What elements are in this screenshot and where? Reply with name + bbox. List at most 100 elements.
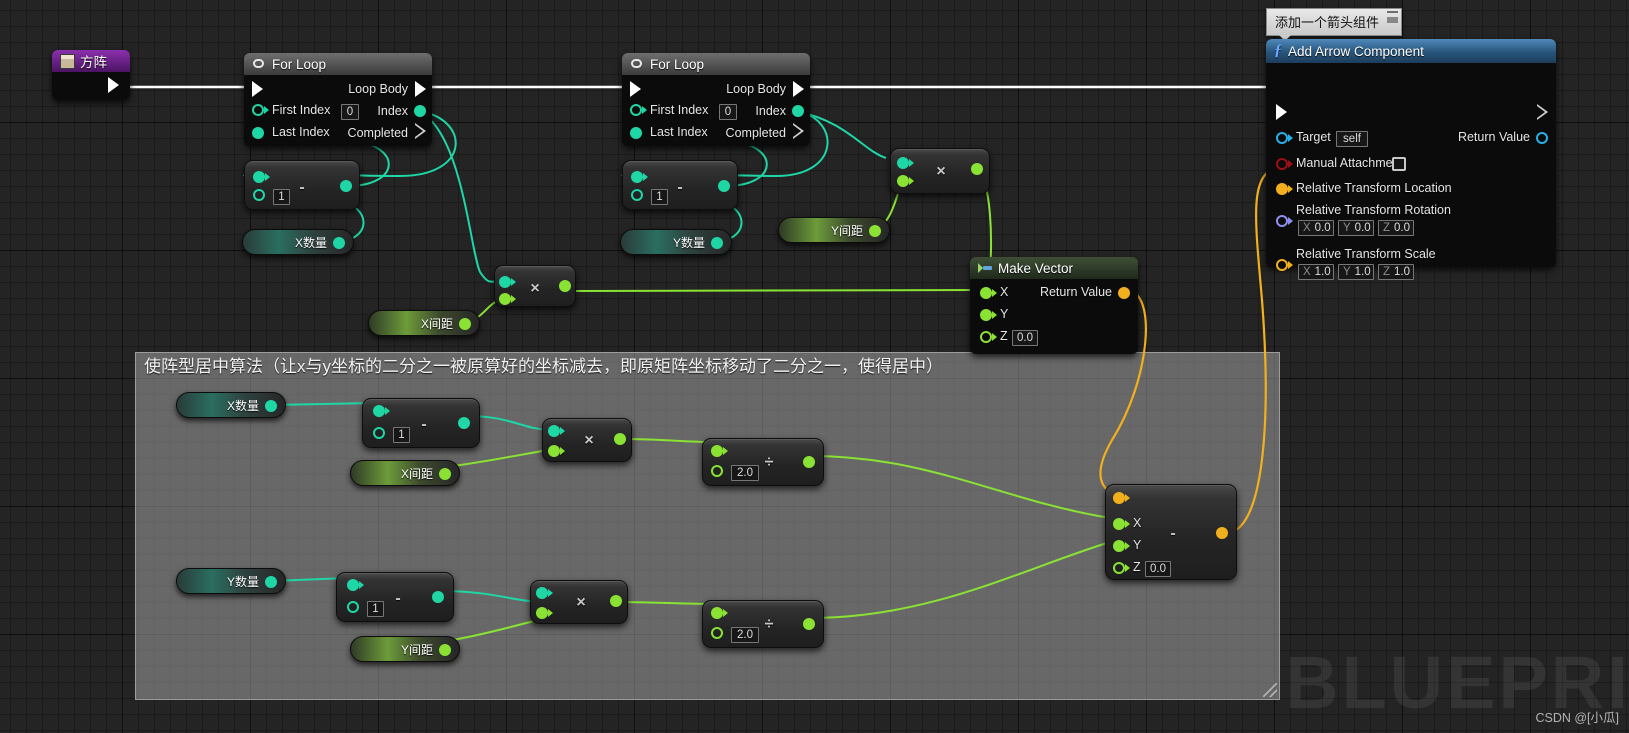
input-z[interactable]: 0.0: [1012, 330, 1038, 346]
pin-return-value-out[interactable]: [1536, 132, 1548, 144]
node-for-loop-x[interactable]: For Loop Loop Body First Index 0 Index L…: [244, 53, 432, 146]
pin-out[interactable]: [265, 400, 277, 412]
input-z[interactable]: 0.0: [1145, 561, 1171, 577]
pin-out[interactable]: [439, 644, 451, 656]
pin-b-in[interactable]: [548, 445, 560, 457]
input-operand-b[interactable]: 2.0: [731, 465, 759, 481]
input-rotation-z[interactable]: Z 0.0: [1378, 220, 1414, 236]
pin-b-in[interactable]: [897, 175, 909, 187]
input-operand-b[interactable]: 1: [651, 189, 668, 205]
pin-result-out[interactable]: [559, 280, 571, 292]
checkbox-manual-attachment[interactable]: [1392, 157, 1406, 171]
pin-relative-transform-rotation[interactable]: [1276, 215, 1288, 227]
pin-result-out[interactable]: [610, 595, 622, 607]
node-subtract-y-center[interactable]: 1 -: [336, 572, 454, 622]
pin-result-out[interactable]: [432, 591, 444, 603]
pin-b-in[interactable]: [253, 189, 265, 201]
exec-out-loop-body-pin[interactable]: [793, 81, 804, 97]
exec-out-pin[interactable]: [1537, 104, 1548, 120]
node-divide-y-center[interactable]: 2.0 ÷: [702, 600, 824, 648]
pin-manual-attachment[interactable]: [1276, 158, 1288, 170]
pin-target[interactable]: [1276, 132, 1288, 144]
input-first-index[interactable]: 0: [341, 104, 359, 120]
var-x-count-center[interactable]: X数量: [176, 392, 286, 418]
pin-result-out[interactable]: [458, 417, 470, 429]
node-subtract-y-top[interactable]: 1 -: [622, 160, 738, 210]
pin-result-out[interactable]: [718, 180, 730, 192]
pin-first-index[interactable]: [252, 104, 264, 116]
pin-out[interactable]: [869, 225, 881, 237]
blueprint-graph-canvas[interactable]: 使阵型居中算法（让x与y坐标的二分之一被原算好的坐标减去，即原矩阵坐标移动了二分…: [0, 0, 1629, 733]
pin-return-value-out[interactable]: [1118, 287, 1130, 299]
pin-out[interactable]: [333, 237, 345, 249]
pin-a-in[interactable]: [897, 157, 909, 169]
input-rotation-x[interactable]: X 0.0: [1298, 220, 1334, 236]
node-make-vector[interactable]: Make Vector X Return Value Y Z 0.0: [970, 257, 1138, 354]
pin-out[interactable]: [711, 237, 723, 249]
input-target[interactable]: self: [1336, 131, 1368, 147]
exec-in-pin[interactable]: [630, 81, 641, 97]
pin-index-out[interactable]: [792, 105, 804, 117]
input-operand-b[interactable]: 1: [273, 189, 290, 205]
pin-first-index[interactable]: [630, 104, 642, 116]
input-operand-b[interactable]: 2.0: [731, 627, 759, 643]
pin-a-in[interactable]: [548, 425, 560, 437]
pin-out[interactable]: [265, 576, 277, 588]
pin-a-in[interactable]: [536, 587, 548, 599]
pin-b-in[interactable]: [711, 627, 723, 639]
node-add-arrow-component[interactable]: ƒ Add Arrow Component Target self Return…: [1266, 39, 1556, 280]
input-scale-x[interactable]: X 1.0: [1298, 264, 1334, 280]
pin-x-in[interactable]: [1113, 518, 1125, 530]
pin-out[interactable]: [439, 468, 451, 480]
var-x-spacing-top[interactable]: X间距: [368, 310, 480, 336]
pin-b-in[interactable]: [711, 465, 723, 477]
pin-a-in[interactable]: [711, 607, 723, 619]
pin-result-out[interactable]: [803, 456, 815, 468]
pin-last-index[interactable]: [630, 127, 642, 139]
pin-out[interactable]: [459, 318, 471, 330]
pin-a-in[interactable]: [347, 579, 359, 591]
pin-result-out[interactable]: [803, 618, 815, 630]
var-x-spacing-center[interactable]: X间距: [350, 460, 460, 486]
pin-z-in[interactable]: [1113, 562, 1125, 574]
var-y-count-center[interactable]: Y数量: [176, 568, 286, 594]
input-scale-y[interactable]: Y 1.0: [1338, 264, 1374, 280]
pin-result-out[interactable]: [614, 433, 626, 445]
exec-in-pin[interactable]: [252, 81, 263, 97]
var-x-count-top[interactable]: X数量: [242, 229, 354, 255]
pin-a-in[interactable]: [373, 405, 385, 417]
input-operand-b[interactable]: 1: [393, 427, 410, 443]
pin-relative-transform-scale[interactable]: [1276, 259, 1288, 271]
pin-b-in[interactable]: [347, 601, 359, 613]
pin-y-in[interactable]: [980, 309, 992, 321]
pin-b-in[interactable]: [373, 427, 385, 439]
node-multiply-y-center[interactable]: ×: [530, 580, 628, 624]
node-multiply-y-top[interactable]: ×: [890, 148, 990, 194]
pin-z-in[interactable]: [980, 331, 992, 343]
exec-in-pin[interactable]: [1276, 104, 1287, 120]
var-y-count-top[interactable]: Y数量: [620, 229, 732, 255]
node-matrix-variable[interactable]: 方阵: [52, 50, 130, 100]
pin-a-in[interactable]: [499, 276, 511, 288]
pin-b-in[interactable]: [536, 607, 548, 619]
node-multiply-x-top[interactable]: ×: [494, 265, 576, 307]
pin-x-in[interactable]: [980, 287, 992, 299]
comment-resize-handle[interactable]: [1263, 683, 1277, 697]
node-vector-subtract[interactable]: X Y Z 0.0 -: [1105, 484, 1237, 580]
var-y-spacing-top[interactable]: Y间距: [778, 217, 890, 243]
node-multiply-x-center[interactable]: ×: [542, 418, 632, 462]
input-operand-b[interactable]: 1: [367, 601, 384, 617]
exec-out-completed-pin[interactable]: [793, 123, 804, 139]
pin-y-in[interactable]: [1113, 540, 1125, 552]
pin-result-out[interactable]: [1216, 527, 1228, 539]
pin-a-in[interactable]: [711, 445, 723, 457]
pin-last-index[interactable]: [252, 127, 264, 139]
node-subtract-x-top[interactable]: 1 -: [244, 160, 360, 210]
node-divide-x-center[interactable]: 2.0 ÷: [702, 438, 824, 486]
pin-b-in[interactable]: [631, 189, 643, 201]
exec-out-loop-body-pin[interactable]: [415, 81, 426, 97]
node-for-loop-y[interactable]: For Loop Loop Body First Index 0 Index L…: [622, 53, 810, 146]
exec-out-pin[interactable]: [108, 77, 119, 93]
pin-vector-a-in[interactable]: [1113, 492, 1125, 504]
pin-result-out[interactable]: [971, 163, 983, 175]
